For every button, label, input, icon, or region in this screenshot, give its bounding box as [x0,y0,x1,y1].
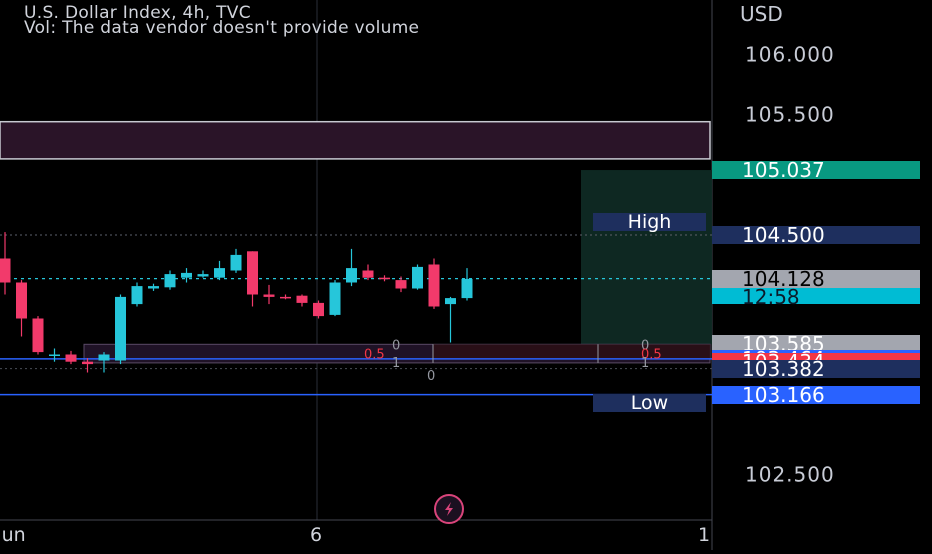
candle-body [362,270,374,278]
candle-body [65,354,77,362]
candle-body [181,272,192,278]
price-tick-label: 105.500 [745,103,835,127]
candle-body [428,264,440,307]
candle-body [164,274,176,288]
candle-body [445,298,456,305]
price-tick-label: 106.000 [745,43,835,67]
candle-body [115,296,126,361]
supply-zone [0,120,711,160]
price-badge: 104.128 [712,269,920,289]
candle-body [346,268,357,283]
candle-body [148,286,159,289]
candle-body [32,318,44,353]
candle-body [82,361,93,365]
low-label: Low [593,394,706,413]
time-axis-label: 1 [698,524,710,546]
fib-label-zero: 0 [392,338,400,353]
price-tick-label: 102.500 [745,463,835,487]
candle-body [329,282,341,315]
volume-notice: Vol: The data vendor doesn't provide vol… [24,18,420,38]
price-badge: 103.166 [712,385,920,405]
price-badge: 103.382 [712,359,920,379]
risk-zone [433,344,710,360]
price-badge: 105.037 [712,160,920,180]
fib-label-one: 1 [641,356,649,371]
candle-body [16,282,27,319]
candle-body [379,277,390,280]
candle-body [247,251,258,295]
lightning-icon[interactable] [434,494,464,524]
candle-body [131,286,143,305]
price-badge: 104.500 [712,225,920,245]
candle-body [98,354,110,361]
candle-body [263,294,275,297]
candle-body [49,354,60,356]
target-zone [581,170,712,345]
fib-label-zero: 0 [427,369,435,384]
candle-body [214,268,225,278]
candle-body [230,254,242,271]
fib-label-half: 0.5 [364,347,385,362]
time-axis-label: Jun [0,524,26,546]
candle-body [461,278,473,299]
candle-body [280,296,291,299]
candle-body [197,274,209,277]
high-label: High [593,213,706,232]
chart-stage[interactable]: 106.000105.500104.000102.500 000.50.5110… [0,0,932,550]
fib-label-one: 1 [392,356,400,371]
candle-body [412,266,423,289]
currency-label[interactable]: USD [740,2,783,26]
time-axis-label: 6 [310,524,322,546]
candle-body [313,302,324,317]
candle-body [296,295,308,303]
candle-body [395,280,407,289]
candle-body [0,258,11,283]
